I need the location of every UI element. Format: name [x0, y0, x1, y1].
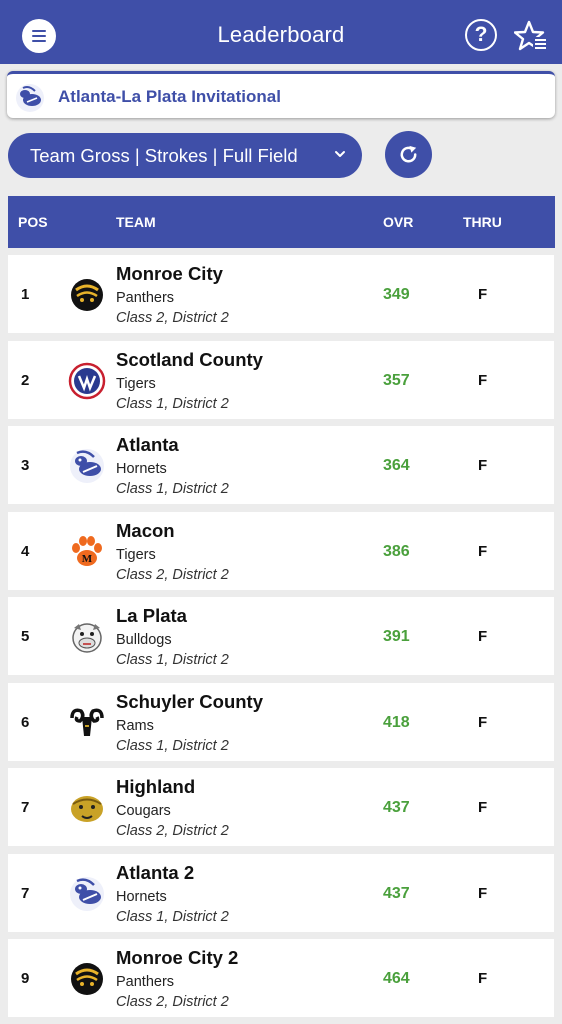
- hornet-icon: [68, 875, 106, 913]
- row-position: 9: [21, 970, 30, 987]
- thru-status: F: [478, 799, 488, 816]
- team-class: Class 2, District 2: [116, 994, 229, 1010]
- hamburger-icon: [32, 35, 46, 37]
- team-name: Highland: [116, 776, 196, 797]
- team-class: Class 2, District 2: [116, 823, 229, 839]
- team-mascot: Rams: [116, 717, 154, 734]
- thru-status: F: [478, 713, 488, 731]
- thru-status: F: [478, 970, 488, 987]
- team-mascot: Panthers: [116, 974, 175, 990]
- thru-status: F: [478, 457, 488, 474]
- overall-score: 437: [383, 799, 410, 816]
- overall-score: 386: [383, 542, 410, 560]
- hamburger-icon: [32, 40, 46, 42]
- team-mascot: Cougars: [116, 803, 171, 819]
- table-row[interactable]: 7 Highland Cougars Class 2, District 2 4…: [8, 768, 554, 846]
- team-class: Class 1, District 2: [116, 737, 229, 754]
- column-header-thru[interactable]: THRU: [463, 214, 502, 230]
- column-header-pos[interactable]: POS: [18, 214, 48, 230]
- team-mascot: Tigers: [116, 375, 156, 392]
- paw-print-icon: M: [68, 533, 106, 571]
- event-card[interactable]: Atlanta-La Plata Invitational: [7, 71, 555, 118]
- team-mascot: Hornets: [116, 461, 167, 477]
- team-mascot: Panthers: [116, 290, 175, 306]
- thru-status: F: [478, 884, 488, 902]
- table-row[interactable]: 6 Schuyler County Rams Class 1, District…: [8, 682, 554, 761]
- hamburger-icon: [32, 30, 46, 32]
- row-position: 6: [21, 713, 30, 731]
- favorites-star-icon[interactable]: [514, 20, 548, 54]
- row-position: 7: [21, 799, 30, 816]
- table-row[interactable]: 2 Scotland County Tigers Class 1, Distri…: [8, 340, 554, 419]
- column-header-team[interactable]: TEAM: [116, 214, 156, 230]
- ram-icon: [68, 704, 106, 742]
- overall-score: 418: [383, 713, 410, 731]
- overall-score: 357: [383, 371, 410, 389]
- team-name: Atlanta: [116, 434, 179, 455]
- table-header: POS TEAM OVR THRU: [8, 196, 555, 248]
- table-row[interactable]: 5 La Plata Bulldogs Class 1, District 2 …: [8, 597, 554, 675]
- team-name: Monroe City: [116, 263, 223, 284]
- top-bar: Leaderboard ?: [0, 0, 562, 64]
- help-button[interactable]: ?: [465, 19, 497, 51]
- overall-score: 349: [383, 286, 410, 303]
- refresh-icon: [400, 145, 417, 163]
- table-row[interactable]: 7 Atlanta 2 Hornets Class 1, District 2 …: [8, 853, 554, 932]
- table-row[interactable]: 9 Monroe City 2 Panthers Class 2, Distri…: [8, 939, 554, 1017]
- team-class: Class 1, District 2: [116, 652, 229, 668]
- table-row[interactable]: 3 Atlanta Hornets Class 1, District 2 36…: [8, 426, 554, 504]
- table-row[interactable]: 4 M Macon Tigers Class 2, District 2 386…: [8, 511, 554, 590]
- team-name: Schuyler County: [116, 690, 263, 712]
- menu-button[interactable]: [22, 19, 56, 53]
- thru-status: F: [478, 286, 488, 303]
- team-class: Class 2, District 2: [116, 566, 229, 583]
- team-class: Class 1, District 2: [116, 481, 229, 497]
- team-class: Class 1, District 2: [116, 395, 229, 412]
- row-position: 1: [21, 286, 30, 303]
- overall-score: 437: [383, 884, 410, 902]
- chevron-down-icon: [335, 151, 345, 157]
- svg-text:M: M: [82, 553, 93, 565]
- panther-icon: [68, 276, 106, 314]
- team-class: Class 2, District 2: [116, 310, 229, 326]
- hornet-icon: [16, 84, 44, 112]
- hornet-icon: [68, 447, 106, 485]
- filter-label: Team Gross | Strokes | Full Field: [30, 145, 298, 166]
- bulldog-icon: [68, 618, 106, 656]
- row-position: 2: [21, 371, 30, 389]
- team-mascot: Hornets: [116, 888, 167, 905]
- panther-icon: [68, 960, 106, 998]
- team-name: Atlanta 2: [116, 861, 195, 883]
- row-position: 3: [21, 457, 30, 474]
- thru-status: F: [478, 542, 488, 560]
- team-mascot: Tigers: [116, 546, 156, 563]
- thru-status: F: [478, 628, 488, 645]
- team-name: Scotland County: [116, 348, 263, 370]
- table-row[interactable]: 1 Monroe City Panthers Class 2, District…: [8, 255, 554, 333]
- team-name: Monroe City 2: [116, 947, 239, 968]
- team-class: Class 1, District 2: [116, 908, 229, 925]
- team-name: Macon: [116, 519, 175, 541]
- row-position: 4: [21, 542, 30, 560]
- event-name: Atlanta-La Plata Invitational: [58, 87, 281, 106]
- overall-score: 464: [383, 970, 410, 987]
- column-header-ovr[interactable]: OVR: [383, 214, 413, 230]
- cougar-icon: [68, 789, 106, 827]
- refresh-button[interactable]: [385, 131, 432, 178]
- leaderboard-filter-dropdown[interactable]: Team Gross | Strokes | Full Field: [8, 133, 362, 178]
- row-position: 7: [21, 884, 30, 902]
- overall-score: 391: [383, 628, 410, 645]
- team-mascot: Bulldogs: [116, 632, 172, 648]
- thru-status: F: [478, 371, 488, 389]
- team-name: La Plata: [116, 605, 187, 626]
- row-position: 5: [21, 628, 30, 645]
- overall-score: 364: [383, 457, 410, 474]
- tiger-shield-icon: [68, 362, 106, 400]
